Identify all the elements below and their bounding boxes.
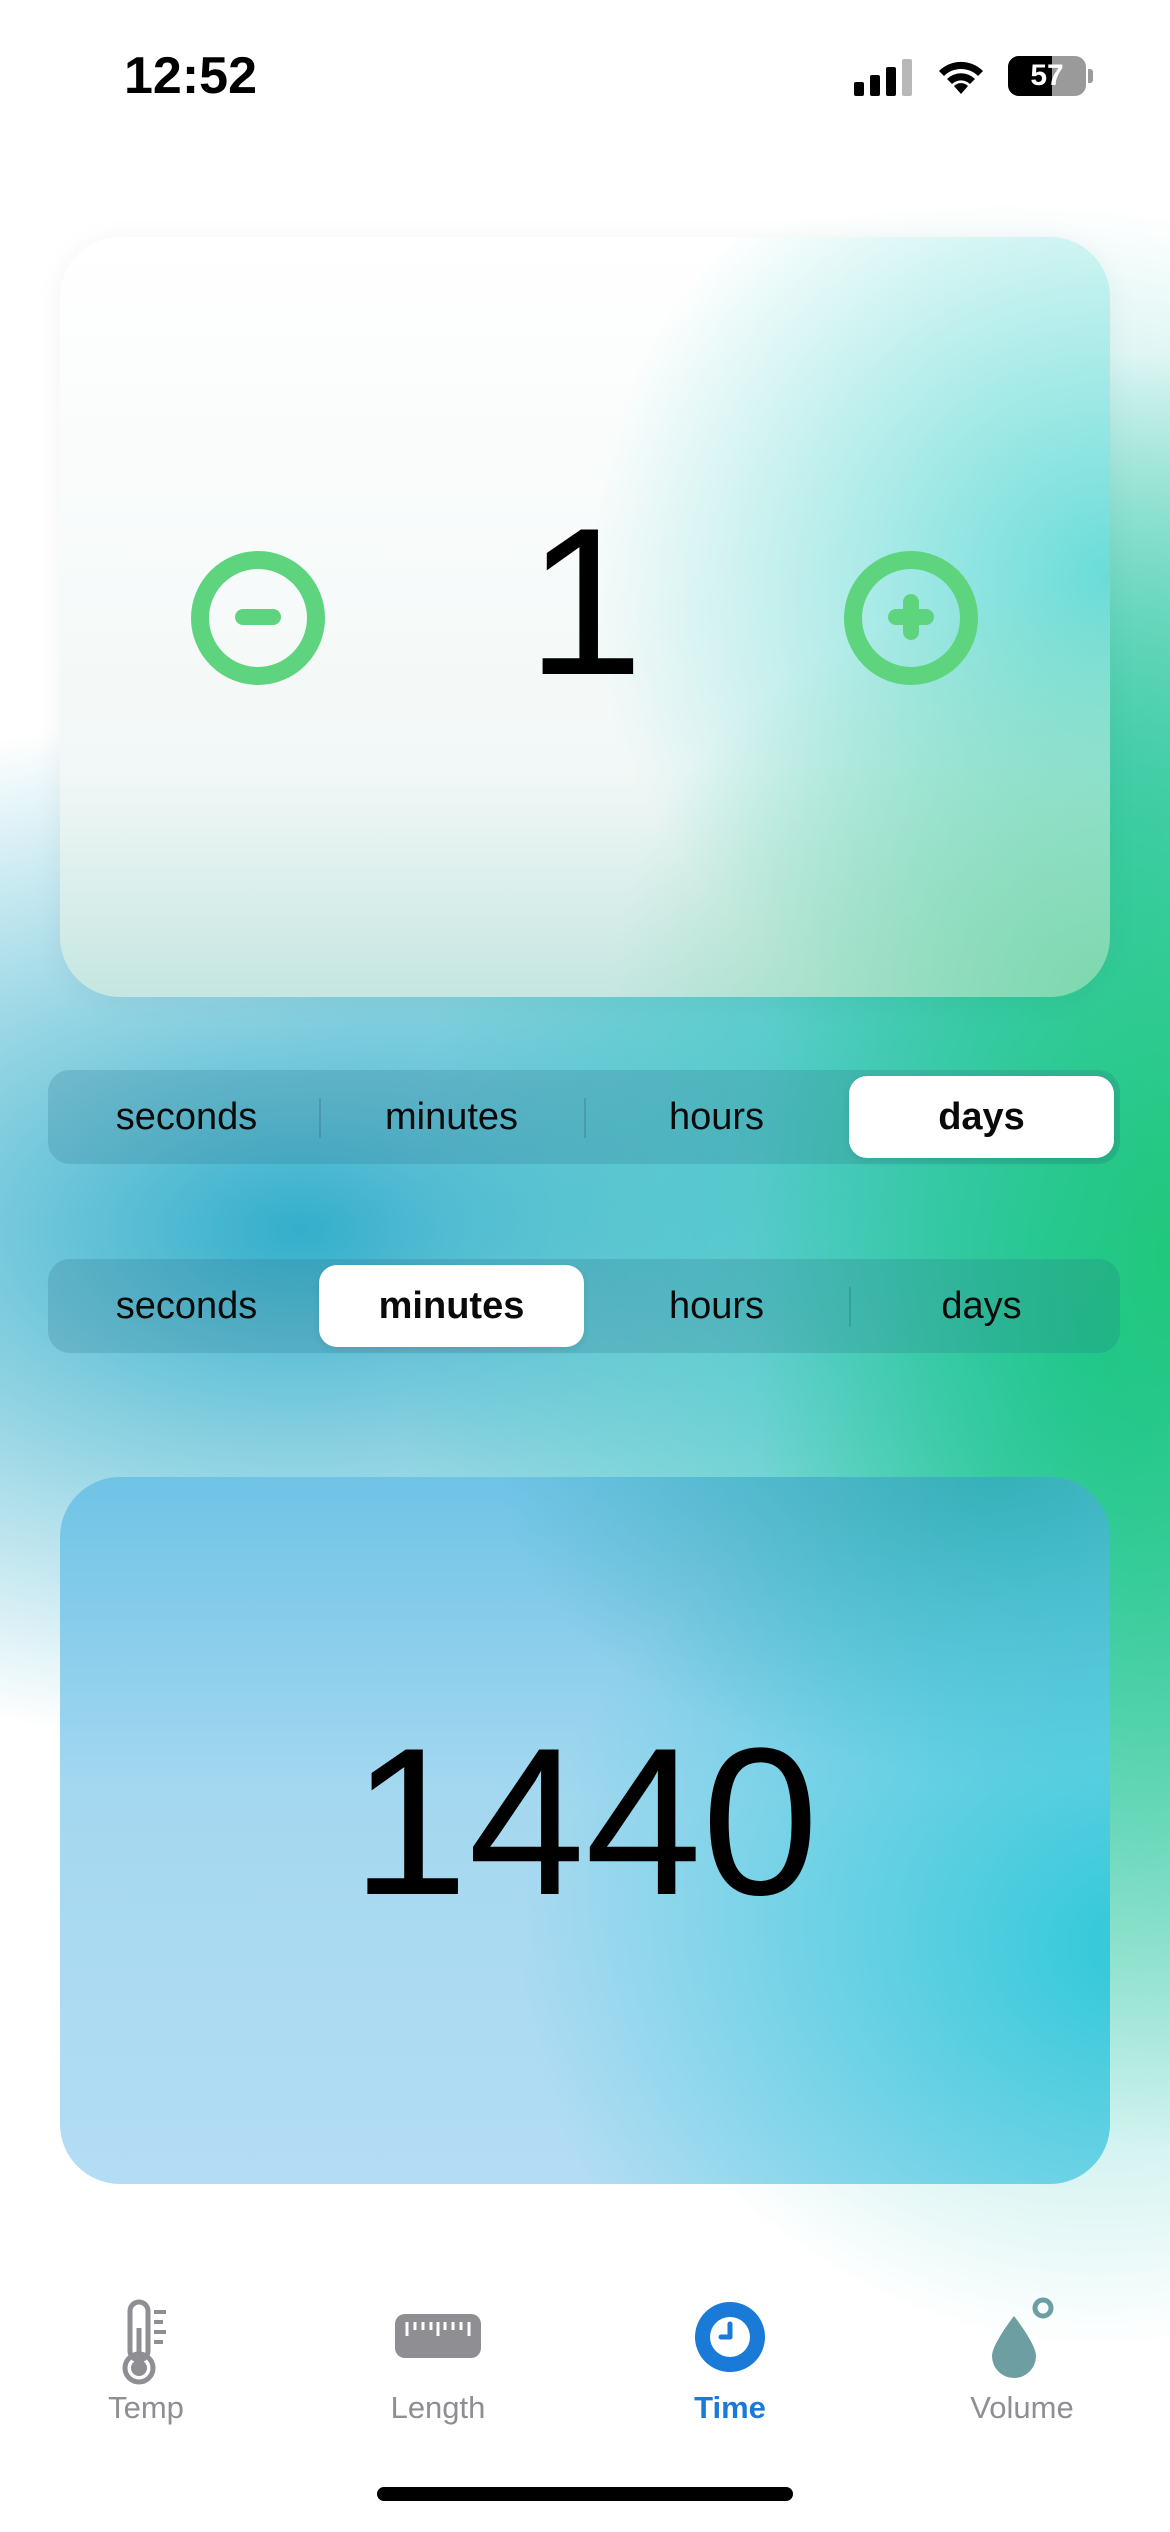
to-unit-minutes[interactable]: minutes [319, 1265, 584, 1347]
to-unit-picker: seconds minutes hours days [48, 1259, 1120, 1353]
input-card: 1 [60, 237, 1110, 997]
cellular-signal-icon [854, 58, 912, 96]
to-unit-hours[interactable]: hours [584, 1265, 849, 1347]
tab-temp-label: Temp [108, 2390, 184, 2425]
battery-icon: 57 [1008, 56, 1086, 96]
battery-cap [1088, 69, 1093, 83]
battery-percent: 57 [1030, 59, 1064, 92]
thermometer-icon [122, 2299, 166, 2385]
from-unit-picker: seconds minutes hours days [48, 1070, 1120, 1164]
drop-icon [992, 2297, 1054, 2378]
output-value: 1440 [351, 1704, 819, 1939]
tab-length-label: Length [390, 2390, 486, 2425]
to-unit-seconds[interactable]: seconds [54, 1265, 319, 1347]
tab-volume[interactable]: Volume [922, 2280, 1122, 2426]
tab-time-label: Time [694, 2390, 766, 2425]
from-unit-days[interactable]: days [849, 1076, 1114, 1158]
tab-bar: Temp Length Time Volume [0, 2280, 1170, 2440]
status-time: 12:52 [124, 47, 257, 105]
home-indicator[interactable] [377, 2487, 793, 2501]
plus-icon-vertical [903, 594, 919, 640]
wifi-icon [939, 61, 983, 94]
status-bar: 12:52 57 [0, 0, 1170, 150]
ruler-icon [395, 2314, 481, 2358]
increment-button[interactable] [844, 551, 978, 685]
from-unit-seconds[interactable]: seconds [54, 1076, 319, 1158]
from-unit-minutes[interactable]: minutes [319, 1076, 584, 1158]
tab-time[interactable]: Time [630, 2280, 830, 2426]
to-unit-days[interactable]: days [849, 1265, 1114, 1347]
tab-length[interactable]: Length [338, 2280, 538, 2426]
from-unit-hours[interactable]: hours [584, 1076, 849, 1158]
tab-volume-label: Volume [970, 2390, 1074, 2425]
tab-temp[interactable]: Temp [46, 2280, 246, 2426]
clock-icon [695, 2302, 765, 2372]
output-card: 1440 [60, 1477, 1110, 2184]
